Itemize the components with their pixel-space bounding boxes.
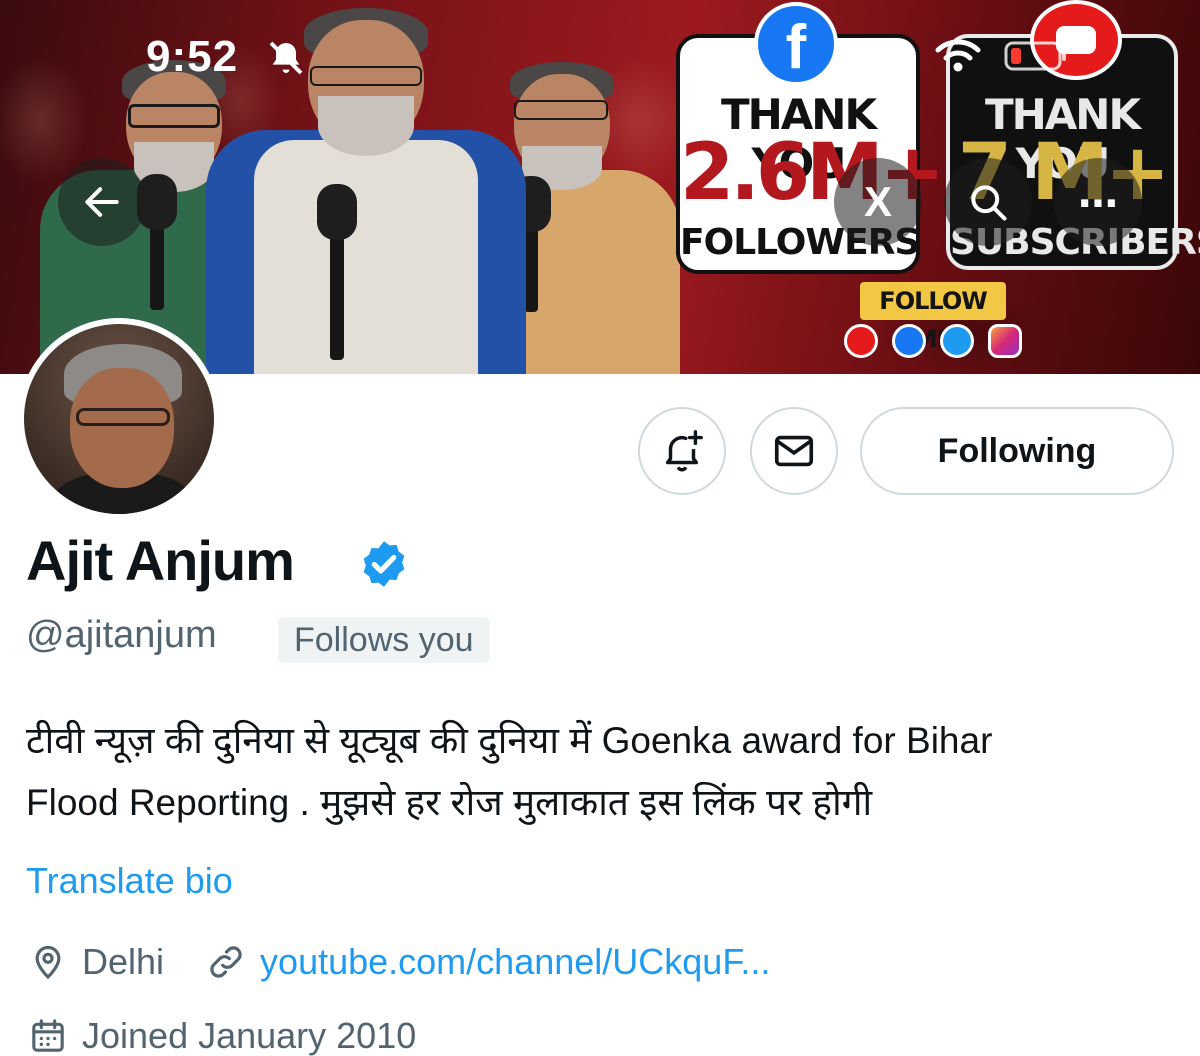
- more-button[interactable]: …: [1054, 158, 1142, 246]
- cellular-signal-icon: [850, 40, 900, 74]
- banner-mic-right: [511, 176, 551, 312]
- banner-person-center: [206, 0, 526, 374]
- more-icon: …: [1078, 171, 1118, 217]
- link-icon: [204, 940, 248, 984]
- search-icon: [971, 185, 1007, 221]
- facebook-icon: [892, 324, 926, 358]
- twitter-icon: [940, 324, 974, 358]
- youtube-icon: [844, 324, 878, 358]
- back-button[interactable]: [58, 158, 146, 246]
- profile-website-link[interactable]: youtube.com/channel/UCkquF...: [260, 941, 770, 983]
- bell-plus-icon: [665, 430, 703, 472]
- bell-slash-icon: [266, 38, 306, 82]
- calendar-icon: [26, 1014, 70, 1056]
- bio-line-2: Flood Reporting . मुझसे हर रोज मुलाकात इ…: [26, 782, 873, 823]
- follows-you-badge: Follows you: [278, 617, 490, 663]
- grok-icon: X: [863, 178, 892, 225]
- follow-me-label: FOLLOW ME: [860, 282, 1006, 353]
- arrow-left-icon: [85, 187, 119, 217]
- profile-joined-row: Joined January 2010: [26, 1014, 416, 1056]
- message-button[interactable]: [750, 407, 838, 495]
- avatar[interactable]: [18, 318, 220, 520]
- profile-name: Ajit Anjum: [26, 529, 295, 592]
- verified-badge-icon[interactable]: [358, 538, 410, 590]
- bio-line-1: टीवी न्यूज़ की दुनिया से यूट्यूब की दुनि…: [26, 720, 993, 761]
- grok-button[interactable]: X: [834, 158, 922, 246]
- status-time: 9:52: [146, 32, 239, 81]
- banner-mic-left: [137, 174, 177, 310]
- battery-icon: [1004, 40, 1068, 76]
- banner-mic-center: [317, 184, 357, 360]
- profile-meta-row: Delhi youtube.com/channel/UCkquF...: [26, 940, 770, 984]
- profile-joined-date: Joined January 2010: [82, 1015, 417, 1056]
- wifi-icon: [934, 38, 982, 78]
- avatar-photo: [24, 324, 214, 514]
- following-button[interactable]: Following: [860, 407, 1174, 495]
- facebook-logo-icon: f: [754, 2, 838, 86]
- notifications-button[interactable]: [638, 407, 726, 495]
- envelope-icon: [774, 435, 814, 467]
- profile-location: Delhi: [82, 941, 165, 982]
- following-label: Following: [937, 431, 1097, 470]
- translate-bio-link[interactable]: Translate bio: [26, 860, 233, 902]
- search-button[interactable]: [944, 158, 1032, 246]
- profile-handle: @ajitanjum: [26, 614, 217, 656]
- location-pin-icon: [26, 940, 70, 984]
- instagram-icon: [988, 324, 1022, 358]
- profile-bio: टीवी न्यूज़ की दुनिया से यूट्यूब की दुनि…: [26, 710, 1186, 834]
